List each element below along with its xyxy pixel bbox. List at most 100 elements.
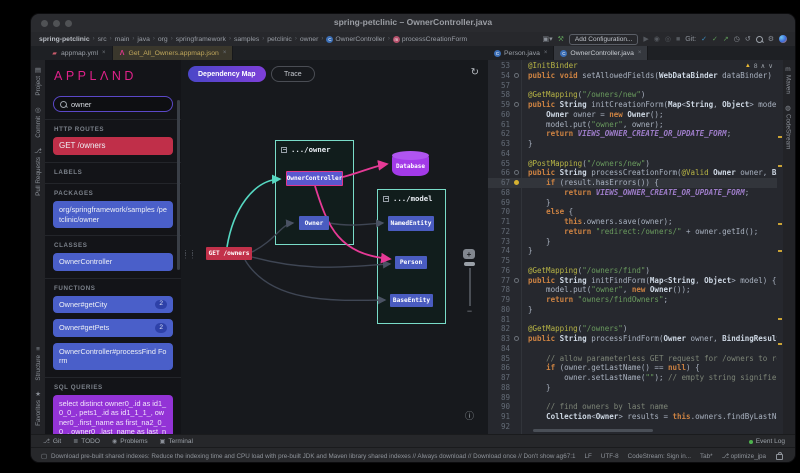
code-line-84[interactable]: 84	[488, 344, 783, 354]
tool-window-button-structure[interactable]: ≡Structure	[35, 346, 42, 381]
code-line-76[interactable]: 76@GetMapping("/owners/find")	[488, 266, 783, 276]
code-line-74[interactable]: 74}	[488, 246, 783, 256]
breadcrumb-item[interactable]: samples	[234, 36, 259, 43]
code-line-82[interactable]: 82@GetMapping("/owners")	[488, 324, 783, 334]
breadcrumb-item[interactable]: spring-petclinic	[39, 36, 90, 43]
zoom-out-button[interactable]: −	[463, 308, 476, 314]
git-commit-icon[interactable]: ✓	[712, 36, 718, 43]
code-editor[interactable]: 53@InitBinder54public void setAllowedFie…	[488, 60, 783, 434]
map-node-database[interactable]: Database	[392, 155, 429, 176]
branch-widget[interactable]: ⎇ optimize_jpa	[722, 453, 766, 460]
editor-tab-appmap-yml[interactable]: ▰appmap.yml×	[45, 46, 113, 60]
close-tab-icon[interactable]: ×	[638, 50, 642, 56]
gutter-method-icon[interactable]	[514, 102, 519, 107]
tool-window-button-codestream[interactable]: ◍CodeStream	[785, 104, 792, 149]
bottom-bar-todo[interactable]: ≣TODO	[73, 438, 100, 445]
sidebar-item[interactable]: select distinct owner0_.id as id1_0_0_, …	[53, 395, 173, 434]
build-hammer-icon[interactable]: ⚒	[558, 36, 564, 43]
code-line-85[interactable]: 85 // allow parameterless GET request fo…	[488, 354, 783, 364]
code-line-80[interactable]: 80}	[488, 305, 783, 315]
code-line-59[interactable]: 59public String initCreationForm(Map<Str…	[488, 100, 783, 110]
breadcrumb-item[interactable]: org	[158, 36, 168, 43]
code-line-73[interactable]: 73 }	[488, 237, 783, 247]
code-line-69[interactable]: 69 }	[488, 198, 783, 208]
code-line-67[interactable]: 67 if (result.hasErrors()) {	[488, 178, 783, 188]
add-configuration-button[interactable]: Add Configuration...	[569, 34, 638, 45]
code-line-57[interactable]: 57	[488, 81, 783, 91]
tool-window-button-commit[interactable]: ◎Commit	[35, 106, 42, 138]
breadcrumb-item[interactable]: owner	[300, 36, 319, 43]
run-icon[interactable]: ▶	[643, 36, 648, 43]
code-line-64[interactable]: 64	[488, 149, 783, 159]
plugin-sphere-icon[interactable]	[779, 35, 787, 43]
map-node-owner[interactable]: Owner	[299, 216, 329, 230]
breadcrumb-item[interactable]: mprocessCreationForm	[393, 36, 467, 43]
zoom-in-button[interactable]: +	[463, 249, 475, 259]
code-line-86[interactable]: 86 if (owner.getLastName() == null) {	[488, 363, 783, 373]
code-line-63[interactable]: 63}	[488, 139, 783, 149]
code-line-54[interactable]: 54public void setAllowedFields(WebDataBi…	[488, 71, 783, 81]
breadcrumb-item[interactable]: petclinic	[267, 36, 292, 43]
code-line-83[interactable]: 83public String processFindForm(Owner ow…	[488, 334, 783, 344]
breadcrumb-item[interactable]: java	[137, 36, 149, 43]
gutter-method-icon[interactable]	[514, 170, 519, 175]
code-line-89[interactable]: 89	[488, 393, 783, 403]
git-update-icon[interactable]: ✓	[701, 36, 707, 43]
code-line-53[interactable]: 53@InitBinder	[488, 61, 783, 71]
map-node-person[interactable]: Person	[395, 256, 427, 269]
code-line-71[interactable]: 71 this.owners.save(owner);	[488, 217, 783, 227]
sidebar-item[interactable]: GET /owners	[53, 137, 173, 155]
tool-window-button-maven[interactable]: mMaven	[785, 66, 792, 94]
code-line-75[interactable]: 75	[488, 256, 783, 266]
profile-icon[interactable]: ◎	[665, 36, 671, 43]
history-icon[interactable]: ◷	[734, 36, 740, 43]
code-line-65[interactable]: 65@PostMapping("/owners/new")	[488, 159, 783, 169]
breadcrumb-item[interactable]: src	[98, 36, 107, 43]
tool-window-button-pull-requests[interactable]: ⎇Pull Requests	[34, 147, 42, 196]
breadcrumb-item[interactable]: springframework	[176, 36, 226, 43]
sidebar-scrollbar[interactable]	[177, 100, 180, 270]
gutter-method-icon[interactable]	[514, 278, 519, 283]
code-line-62[interactable]: 62 return VIEWS_OWNER_CREATE_OR_UPDATE_F…	[488, 129, 783, 139]
code-line-81[interactable]: 81	[488, 315, 783, 325]
close-tab-icon[interactable]: ×	[223, 50, 227, 56]
code-line-61[interactable]: 61 model.put("owner", owner);	[488, 120, 783, 130]
stop-icon[interactable]: ■	[676, 36, 680, 43]
bottom-bar-terminal[interactable]: ▣Terminal	[160, 438, 193, 445]
encoding-widget[interactable]: UTF-8	[601, 453, 619, 460]
bottom-bar-problems[interactable]: ◉Problems	[112, 438, 148, 445]
settings-gear-icon[interactable]: ⚙	[768, 36, 774, 43]
editor-horizontal-scrollbar[interactable]	[533, 429, 653, 432]
debug-icon[interactable]: ◉	[654, 36, 660, 43]
map-node-base-entity[interactable]: BaseEntity	[390, 294, 433, 307]
breadcrumb-item[interactable]: main	[115, 36, 130, 43]
appmap-search-input[interactable]: owner	[53, 96, 173, 112]
editor-tab-person-java[interactable]: CPerson.java×	[488, 46, 554, 60]
event-log-button[interactable]: Event Log	[749, 438, 785, 445]
indent-widget[interactable]: Tab*	[700, 453, 713, 460]
code-line-91[interactable]: 91 Collection<Owner> results = this.owne…	[488, 412, 783, 422]
map-node-owner-controller[interactable]: OwnerController	[286, 171, 343, 186]
sidebar-item[interactable]: OwnerController	[53, 253, 173, 270]
gutter-method-icon[interactable]	[514, 73, 519, 78]
sidebar-item[interactable]: Owner#getPets2	[53, 319, 173, 336]
close-tab-icon[interactable]: ×	[544, 50, 548, 56]
tool-window-button-favorites[interactable]: ★Favorites	[35, 390, 42, 426]
code-line-60[interactable]: 60 Owner owner = new Owner();	[488, 110, 783, 120]
caret-position-widget[interactable]: 67:1	[563, 453, 575, 460]
intention-bulb-icon[interactable]	[514, 180, 519, 185]
git-push-icon[interactable]: ↗	[723, 36, 729, 43]
sidebar-item[interactable]: Owner#getCity2	[53, 296, 173, 313]
search-everywhere-icon[interactable]	[756, 36, 763, 43]
code-line-70[interactable]: 70 else {	[488, 207, 783, 217]
codestream-signin[interactable]: CodeStream: Sign in...	[628, 453, 691, 460]
map-zoom-slider[interactable]: + −	[463, 249, 476, 314]
map-node-get-owners-route[interactable]: GET /owners	[206, 247, 252, 260]
breadcrumb-item[interactable]: COwnerController	[326, 36, 384, 43]
editor-tab-ownercontroller-java[interactable]: COwnerController.java×	[554, 46, 648, 60]
code-line-58[interactable]: 58@GetMapping("/owners/new")	[488, 90, 783, 100]
gutter-method-icon[interactable]	[514, 336, 519, 341]
close-tab-icon[interactable]: ×	[102, 50, 106, 56]
sidebar-item[interactable]: org/springframework/samples /petclinic/o…	[53, 201, 173, 228]
info-icon[interactable]: ⓘ	[465, 409, 474, 422]
